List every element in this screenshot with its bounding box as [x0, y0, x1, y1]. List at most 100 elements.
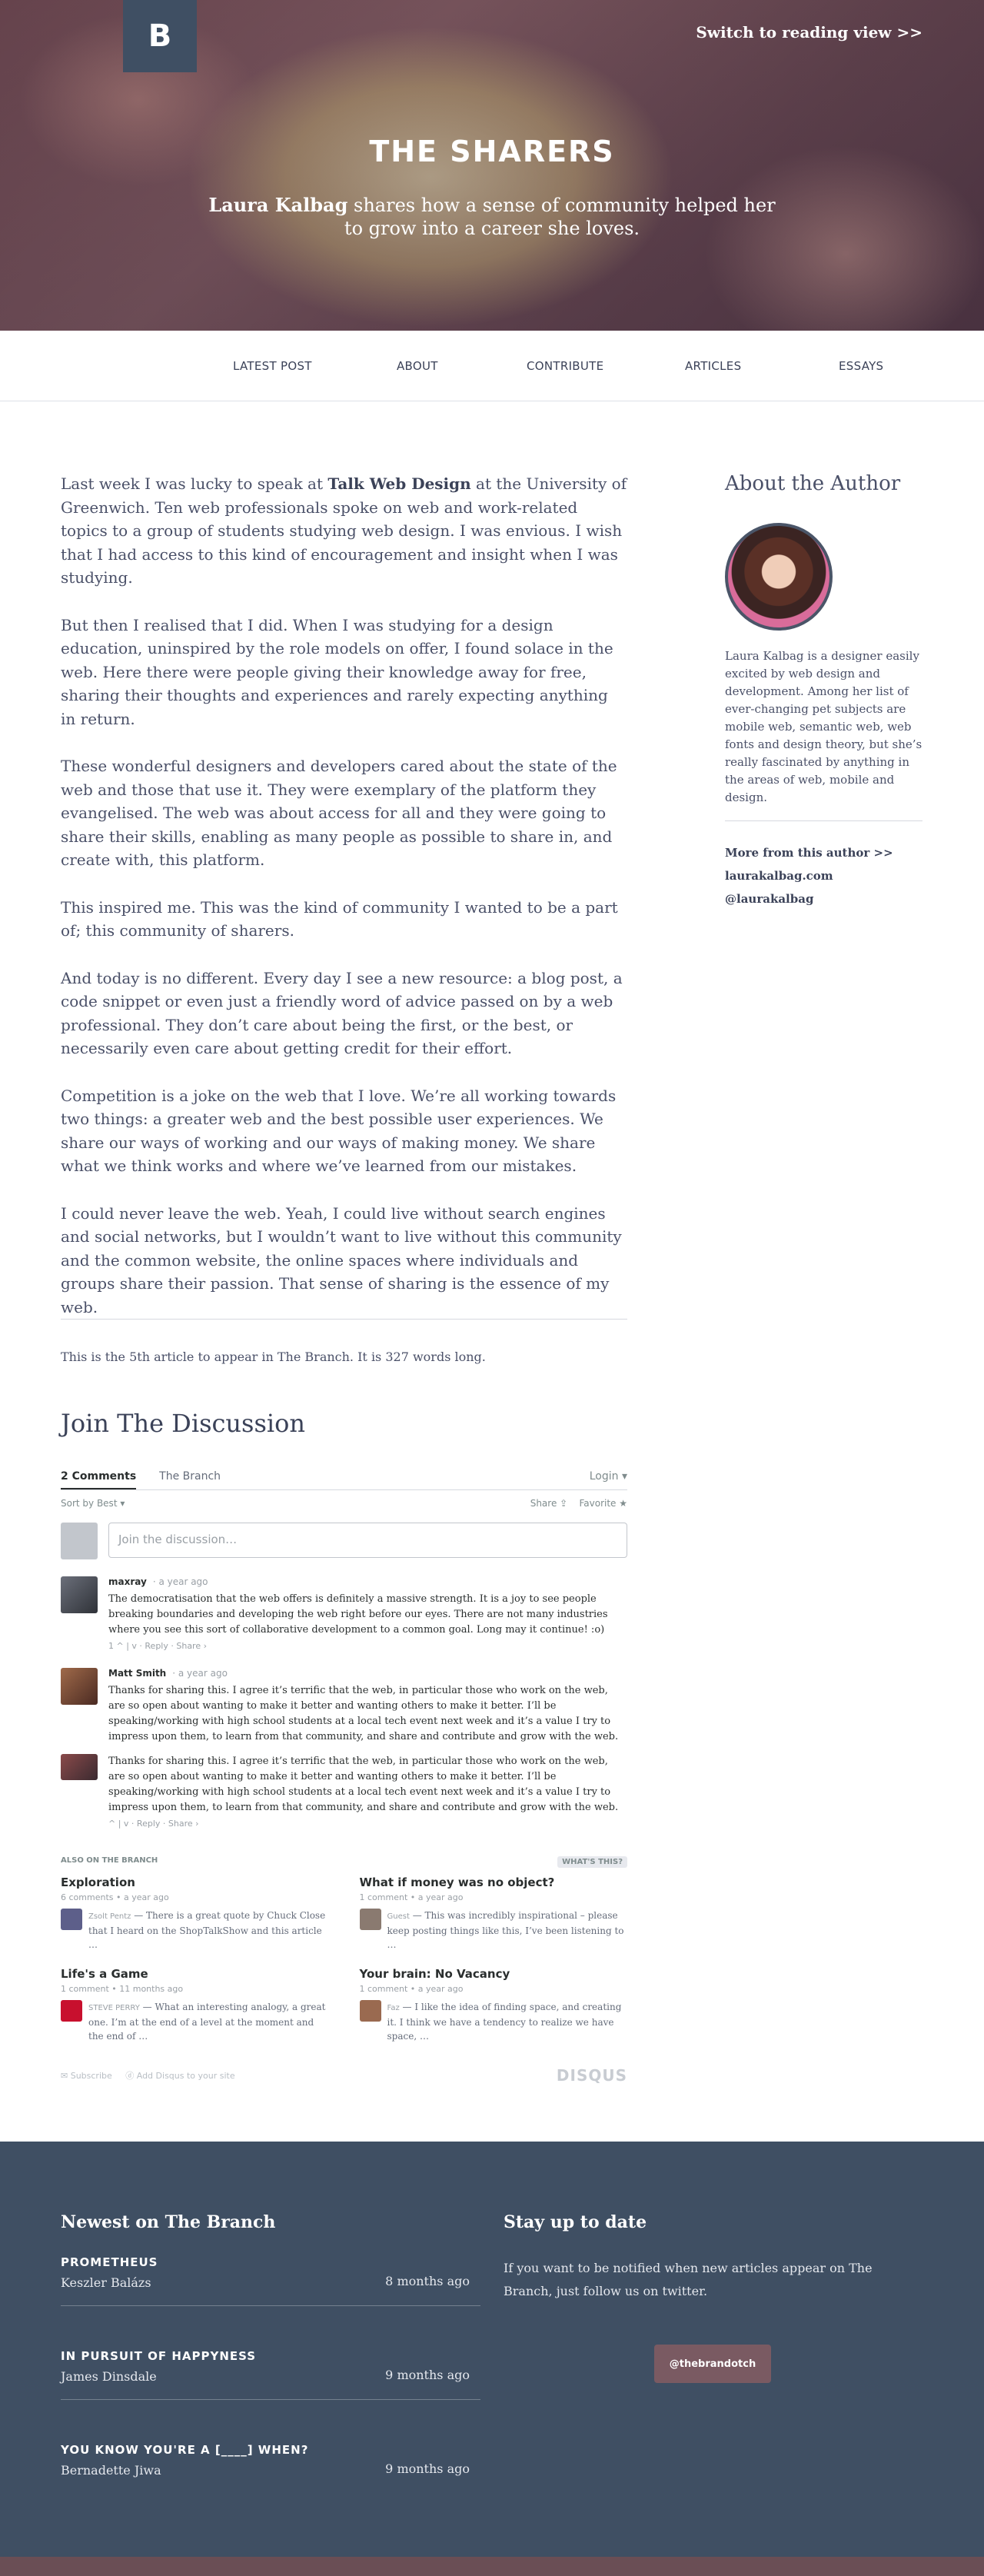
nav-contribute[interactable]: CONTRIBUTE [527, 359, 603, 373]
newest-item[interactable]: YOU KNOW YOU'RE A [____] WHEN? Bernadett… [61, 2400, 480, 2494]
also-item-meta: 1 comment • a year ago [359, 1984, 464, 1994]
article-paragraph: And today is no different. Every day I s… [61, 968, 623, 1058]
login-button[interactable]: Login ▾ [590, 1464, 627, 1489]
stay-text: If you want to be notified when new arti… [504, 2261, 873, 2298]
footer-strip [0, 2557, 984, 2576]
also-item-title[interactable]: What if money was no object? [360, 1875, 628, 1889]
article-subtitle: Laura Kalbag shares how a sense of commu… [208, 194, 776, 240]
comments-widget: 2 Comments The Branch Login ▾ Sort by Be… [61, 1464, 627, 2085]
avatar [359, 1909, 381, 1930]
subscribe-link[interactable]: ✉ Subscribe [61, 2071, 112, 2081]
newest-item-title[interactable]: PROMETHEUS [61, 2255, 158, 2269]
divider [61, 1319, 627, 1320]
newest-item-author: Keszler Balázs [61, 2275, 151, 2290]
nav-latest-post[interactable]: LATEST POST [233, 359, 312, 373]
also-item: What if money was no object? 1 comment •… [359, 1875, 628, 1952]
also-item-meta: 6 comments • a year ago [61, 1892, 169, 1902]
comment-text: Thanks for sharing this. I agree it’s te… [108, 1685, 619, 1742]
also-item-title[interactable]: Life's a Game [61, 1967, 329, 1981]
tab-the-branch[interactable]: The Branch [159, 1464, 221, 1489]
talk-web-design-link[interactable]: Talk Web Design [327, 474, 470, 493]
comments-tabs: 2 Comments The Branch Login ▾ [61, 1464, 627, 1490]
comment: Thanks for sharing this. I agree it’s te… [61, 1754, 627, 1829]
sort-dropdown[interactable]: Sort by Best ▾ [61, 1498, 125, 1509]
reading-view-link[interactable]: Switch to reading view >> [696, 23, 922, 42]
newest-item[interactable]: PROMETHEUS Keszler Balázs 8 months ago [61, 2212, 480, 2306]
divider [725, 820, 922, 821]
disqus-logo[interactable]: DISQUS [557, 2066, 627, 2085]
tab-comments[interactable]: 2 Comments [61, 1464, 137, 1489]
also-item-excerpt[interactable]: Guest — This was incredibly inspirationa… [387, 1909, 628, 1952]
avatar[interactable] [61, 1754, 98, 1780]
comment-input[interactable]: Join the discussion… [108, 1523, 627, 1558]
nav-about[interactable]: ABOUT [397, 359, 438, 373]
avatar[interactable] [61, 1668, 98, 1705]
author-avatar [725, 523, 833, 631]
also-on-grid: Exploration 6 comments • a year ago Zsol… [61, 1875, 627, 2043]
share-button[interactable]: Share ⇪ [530, 1498, 568, 1509]
site-logo[interactable]: B [123, 0, 197, 72]
new-comment-row: Join the discussion… [61, 1523, 627, 1559]
excerpt-author: Faz [387, 2004, 400, 2012]
excerpt-text: — I like the idea of finding space, and … [387, 2002, 622, 2042]
favorite-button[interactable]: Favorite ★ [579, 1498, 627, 1509]
article-paragraph: Last week I was lucky to speak at Talk W… [61, 472, 627, 590]
also-item-meta: 1 comment • 11 months ago [61, 1984, 184, 1994]
article-body: Last week I was lucky to speak at Talk W… [61, 472, 627, 1343]
sort-bar: Sort by Best ▾ Share ⇪ Favorite ★ [61, 1498, 627, 1509]
also-item: Life's a Game 1 comment • 11 months ago … [61, 1967, 329, 2043]
author-site-link[interactable]: laurakalbag.com [725, 864, 922, 887]
comment-time: · a year ago [172, 1668, 228, 1679]
subtitle-text: shares how a sense of community helped h… [344, 195, 776, 239]
also-on-label: ALSO ON THE BRANCH [61, 1856, 158, 1865]
avatar [61, 1909, 82, 1930]
avatar [359, 2000, 381, 2022]
comment-text: The democratisation that the web offers … [108, 1593, 608, 1636]
article-paragraph: This inspired me. This was the kind of c… [61, 897, 618, 940]
also-item: Exploration 6 comments • a year ago Zsol… [61, 1875, 329, 1952]
comment-author[interactable]: maxray [108, 1576, 147, 1587]
article-meta: This is the 5th article to appear in The… [61, 1350, 486, 1364]
comment-actions[interactable]: ^ | v · Reply · Share › [108, 1819, 627, 1829]
user-avatar-placeholder [61, 1523, 98, 1559]
comment-text: Thanks for sharing this. I agree it’s te… [108, 1756, 619, 1813]
article-paragraph: These wonderful designers and developers… [61, 757, 617, 869]
add-disqus-link[interactable]: ⓓ Add Disqus to your site [125, 2071, 234, 2081]
also-item-title[interactable]: Exploration [61, 1875, 329, 1889]
newest-item[interactable]: IN PURSUIT OF HAPPYNESS James Dinsdale 9… [61, 2306, 480, 2400]
comment: maxray · a year ago The democratisation t… [61, 1576, 627, 1651]
site-footer: Newest on The Branch PROMETHEUS Keszler … [0, 2142, 984, 2557]
discussion-title: Join The Discussion [61, 1409, 305, 1438]
author-bio: Laura Kalbag is a designer easily excite… [725, 649, 922, 804]
article-title: THE SHARERS [369, 135, 615, 168]
newest-item-date: 9 months ago [385, 2368, 470, 2382]
newest-section: Newest on The Branch PROMETHEUS Keszler … [61, 2212, 480, 2494]
sidebar-heading: About the Author [725, 472, 901, 495]
whats-this-link[interactable]: WHAT'S THIS? [557, 1856, 627, 1868]
disqus-footer: ✉ Subscribe ⓓ Add Disqus to your site DI… [61, 2066, 627, 2085]
nav-essays[interactable]: ESSAYS [839, 359, 883, 373]
excerpt-author: STEVE PERRY [88, 2004, 140, 2012]
also-on-header: ALSO ON THE BRANCH WHAT'S THIS? [61, 1856, 627, 1868]
comment-actions[interactable]: 1 ^ | v · Reply · Share › [108, 1641, 627, 1651]
nav-articles[interactable]: ARTICLES [685, 359, 741, 373]
also-item-excerpt[interactable]: Faz — I like the idea of finding space, … [387, 2000, 628, 2043]
newest-item-title[interactable]: YOU KNOW YOU'RE A [____] WHEN? [61, 2443, 308, 2457]
hero-banner: B Switch to reading view >> THE SHARERS … [0, 0, 984, 331]
also-item-title[interactable]: Your brain: No Vacancy [360, 1967, 628, 1981]
also-item-excerpt[interactable]: Zsolt Pentz — There is a great quote by … [88, 1909, 329, 1952]
newest-item-author: James Dinsdale [61, 2369, 157, 2384]
avatar[interactable] [61, 1576, 98, 1613]
author-twitter-link[interactable]: @laurakalbag [725, 887, 922, 910]
twitter-follow-button[interactable]: @thebrandotch [654, 2345, 771, 2383]
also-item-excerpt[interactable]: STEVE PERRY — What an interesting analog… [88, 2000, 329, 2043]
newest-item-date: 9 months ago [385, 2461, 470, 2476]
author-name[interactable]: Laura Kalbag [208, 194, 347, 216]
excerpt-author: Guest [387, 1912, 410, 1921]
also-item-meta: 1 comment • a year ago [359, 1892, 464, 1902]
author-sidebar: About the Author Laura Kalbag is a desig… [725, 472, 922, 910]
newest-item-title[interactable]: IN PURSUIT OF HAPPYNESS [61, 2349, 256, 2363]
more-from-author-link[interactable]: More from this author >> [725, 841, 922, 864]
comment-author[interactable]: Matt Smith [108, 1668, 166, 1679]
comment-time: · a year ago [152, 1576, 208, 1587]
